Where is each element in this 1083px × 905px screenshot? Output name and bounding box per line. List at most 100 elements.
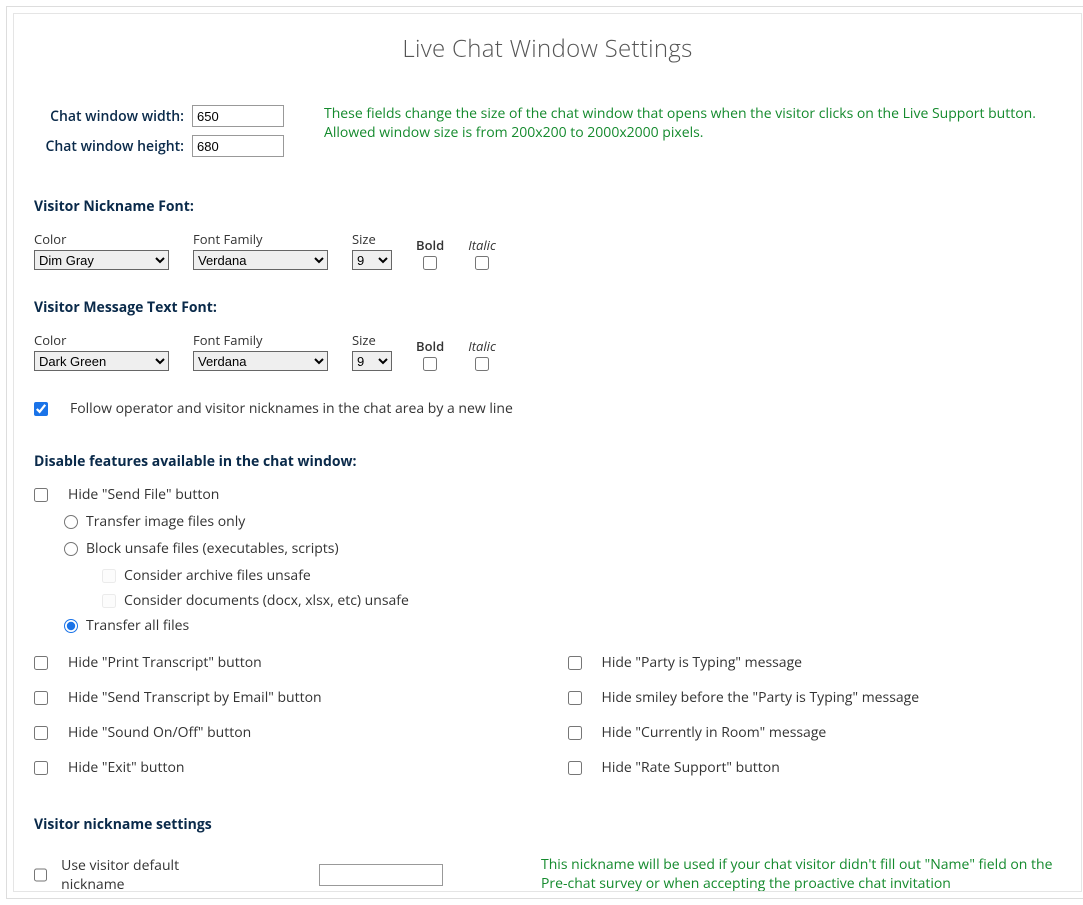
nickname-help-text: This nickname will be used if your chat …	[541, 856, 1061, 892]
nickname-row: Use visitor default nickname This nickna…	[34, 856, 1061, 892]
msg-family-col: Font Family Verdana	[193, 331, 328, 371]
settings-panel: Live Chat Window Settings Chat window wi…	[13, 13, 1082, 892]
height-field-row: Chat window height:	[34, 135, 284, 157]
msg-size-col: Size 9	[352, 331, 392, 371]
hide-exit-checkbox[interactable]	[34, 761, 48, 775]
size-help-text: These fields change the size of the chat…	[324, 105, 1044, 157]
block-unsafe-label: Block unsafe files (executables, scripts…	[86, 539, 339, 558]
hide-email-label: Hide "Send Transcript by Email" button	[68, 688, 322, 707]
hide-typing-label: Hide "Party is Typing" message	[602, 653, 803, 672]
msg-size-select[interactable]: 9	[352, 351, 392, 371]
follow-newline-checkbox[interactable]	[34, 402, 48, 416]
transfer-all-radio[interactable]	[64, 619, 78, 633]
archive-unsafe-checkbox[interactable]	[102, 569, 116, 583]
hide-send-file-checkbox[interactable]	[34, 488, 48, 502]
nick-color-col: Color Dim Gray	[34, 230, 169, 270]
msg-family-label: Font Family	[193, 331, 328, 349]
msg-color-select[interactable]: Dark Green	[34, 351, 169, 371]
hide-print-checkbox[interactable]	[34, 656, 48, 670]
nick-bold-col: Bold	[416, 236, 444, 270]
hide-smiley-checkbox[interactable]	[568, 691, 582, 705]
transfer-image-only-row: Transfer image files only	[64, 512, 1061, 531]
block-unsafe-radio[interactable]	[64, 542, 78, 556]
hide-smiley-label: Hide smiley before the "Party is Typing"…	[602, 688, 920, 707]
height-input[interactable]	[192, 135, 284, 157]
nick-family-col: Font Family Verdana	[193, 230, 328, 270]
page-title: Live Chat Window Settings	[34, 32, 1061, 65]
visitor-msg-font-heading: Visitor Message Text Font:	[34, 298, 1061, 317]
nick-italic-label: Italic	[468, 236, 496, 254]
follow-newline-label: Follow operator and visitor nicknames in…	[70, 399, 513, 418]
hide-email-row: Hide "Send Transcript by Email" button	[34, 688, 528, 707]
msg-italic-label: Italic	[468, 337, 496, 355]
hide-exit-row: Hide "Exit" button	[34, 758, 528, 777]
nickname-section: Visitor nickname settings Use visitor de…	[34, 815, 1061, 892]
hide-print-label: Hide "Print Transcript" button	[68, 653, 262, 672]
msg-size-label: Size	[352, 331, 392, 349]
nick-bold-checkbox[interactable]	[423, 256, 437, 270]
hide-options-right-col: Hide "Party is Typing" message Hide smil…	[568, 653, 1062, 785]
transfer-all-row: Transfer all files	[64, 616, 1061, 635]
hide-sound-label: Hide "Sound On/Off" button	[68, 723, 251, 742]
nick-italic-checkbox[interactable]	[475, 256, 489, 270]
hide-sound-checkbox[interactable]	[34, 726, 48, 740]
hide-send-file-label: Hide "Send File" button	[68, 485, 219, 504]
visitor-msg-font-row: Color Dark Green Font Family Verdana Siz…	[34, 331, 1061, 371]
nick-color-select[interactable]: Dim Gray	[34, 250, 169, 270]
follow-newline-row: Follow operator and visitor nicknames in…	[34, 399, 1061, 418]
archive-unsafe-row: Consider archive files unsafe	[102, 566, 1061, 585]
visitor-nick-font-row: Color Dim Gray Font Family Verdana Size …	[34, 230, 1061, 270]
nick-italic-col: Italic	[468, 236, 496, 270]
msg-italic-checkbox[interactable]	[475, 357, 489, 371]
nick-size-label: Size	[352, 230, 392, 248]
nick-bold-label: Bold	[416, 236, 444, 254]
hide-email-checkbox[interactable]	[34, 691, 48, 705]
hide-smiley-row: Hide smiley before the "Party is Typing"…	[568, 688, 1062, 707]
nick-size-select[interactable]: 9	[352, 250, 392, 270]
nick-size-col: Size 9	[352, 230, 392, 270]
msg-color-label: Color	[34, 331, 169, 349]
hide-inroom-row: Hide "Currently in Room" message	[568, 723, 1062, 742]
outer-border: Live Chat Window Settings Chat window wi…	[6, 6, 1083, 899]
hide-exit-label: Hide "Exit" button	[68, 758, 184, 777]
hide-typing-row: Hide "Party is Typing" message	[568, 653, 1062, 672]
docs-unsafe-checkbox[interactable]	[102, 594, 116, 608]
use-default-nick-checkbox[interactable]	[34, 868, 47, 882]
msg-italic-col: Italic	[468, 337, 496, 371]
height-label: Chat window height:	[34, 137, 184, 156]
hide-options-left-col: Hide "Print Transcript" button Hide "Sen…	[34, 653, 528, 785]
hide-options-columns: Hide "Print Transcript" button Hide "Sen…	[34, 653, 1061, 785]
msg-bold-label: Bold	[416, 337, 444, 355]
block-unsafe-row: Block unsafe files (executables, scripts…	[64, 539, 1061, 558]
hide-rate-checkbox[interactable]	[568, 761, 582, 775]
width-label: Chat window width:	[34, 107, 184, 126]
disable-features-block: Disable features available in the chat w…	[34, 452, 1061, 785]
hide-rate-row: Hide "Rate Support" button	[568, 758, 1062, 777]
hide-rate-label: Hide "Rate Support" button	[602, 758, 780, 777]
width-field-row: Chat window width:	[34, 105, 284, 127]
msg-bold-col: Bold	[416, 337, 444, 371]
msg-color-col: Color Dark Green	[34, 331, 169, 371]
hide-sound-row: Hide "Sound On/Off" button	[34, 723, 528, 742]
nick-family-label: Font Family	[193, 230, 328, 248]
hide-inroom-checkbox[interactable]	[568, 726, 582, 740]
hide-send-file-row: Hide "Send File" button	[34, 485, 1061, 504]
nick-family-select[interactable]: Verdana	[193, 250, 328, 270]
hide-inroom-label: Hide "Currently in Room" message	[602, 723, 827, 742]
msg-family-select[interactable]: Verdana	[193, 351, 328, 371]
window-size-fields: Chat window width: Chat window height:	[34, 105, 284, 157]
nickname-left: Use visitor default nickname	[34, 856, 443, 892]
docs-unsafe-label: Consider documents (docx, xlsx, etc) uns…	[124, 591, 409, 610]
archive-unsafe-label: Consider archive files unsafe	[124, 566, 311, 585]
default-nick-input[interactable]	[319, 864, 443, 886]
nickname-heading: Visitor nickname settings	[34, 815, 1061, 834]
width-input[interactable]	[192, 105, 284, 127]
hide-typing-checkbox[interactable]	[568, 656, 582, 670]
hide-print-row: Hide "Print Transcript" button	[34, 653, 528, 672]
window-size-block: Chat window width: Chat window height: T…	[34, 105, 1061, 157]
transfer-image-only-radio[interactable]	[64, 515, 78, 529]
transfer-all-label: Transfer all files	[86, 616, 189, 635]
msg-bold-checkbox[interactable]	[423, 357, 437, 371]
docs-unsafe-row: Consider documents (docx, xlsx, etc) uns…	[102, 591, 1061, 610]
transfer-image-only-label: Transfer image files only	[86, 512, 245, 531]
